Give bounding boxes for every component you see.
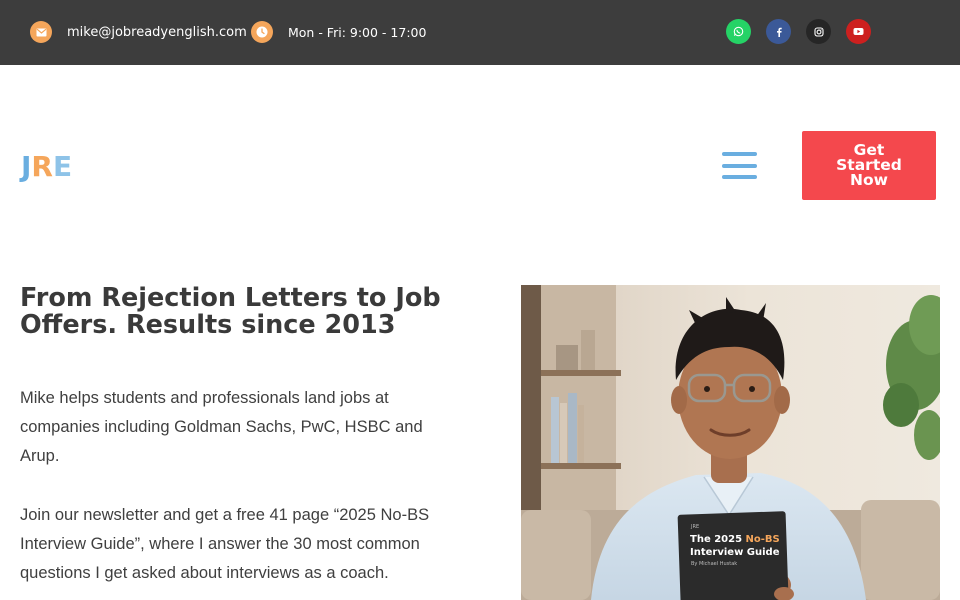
menu-bar: [722, 175, 757, 179]
clock-icon: [251, 21, 273, 43]
hours-text: Mon - Fri: 9:00 - 17:00: [288, 24, 427, 40]
svg-text:The 2025 No-BS: The 2025 No-BS: [690, 534, 780, 545]
book-title-part1: The 2025: [690, 534, 746, 545]
menu-bar: [722, 163, 757, 168]
menu-bar: [722, 152, 757, 156]
hero-paragraph-newsletter: Join our newsletter and get a free 41 pa…: [20, 506, 430, 582]
whatsapp-icon[interactable]: [726, 19, 751, 44]
hero-photo: JRE The 2025 No-BS Interview Guide By Mi…: [521, 285, 940, 600]
book-title-part2: Interview Guide: [690, 547, 780, 558]
get-started-button[interactable]: Get Started Now: [802, 131, 936, 200]
logo-letter-r: R: [31, 150, 53, 183]
hero-paragraph-intro: Mike helps students and professionals la…: [20, 389, 423, 465]
contact-hours: Mon - Fri: 9:00 - 17:00: [251, 21, 426, 43]
envelope-icon: [30, 21, 52, 43]
contact-email[interactable]: mike@jobreadyenglish.com: [30, 21, 247, 43]
top-bar: mike@jobreadyenglish.com Mon - Fri: 9:00…: [0, 0, 960, 65]
book-title-nobs: No-BS: [746, 534, 780, 545]
logo-letter-j: J: [21, 150, 32, 183]
email-text[interactable]: mike@jobreadyenglish.com: [67, 25, 247, 40]
book-author: By Michael Hustak: [691, 561, 737, 567]
hero-title: From Rejection Letters to Job Offers. Re…: [20, 283, 441, 340]
instagram-icon[interactable]: [806, 19, 831, 44]
logo-letter-e: E: [52, 150, 73, 183]
hamburger-menu-icon[interactable]: [722, 152, 757, 179]
site-logo[interactable]: J R E: [21, 150, 72, 183]
facebook-icon[interactable]: [766, 19, 791, 44]
book-small-label: JRE: [690, 524, 699, 530]
coach-portrait-illustration: JRE The 2025 No-BS Interview Guide By Mi…: [521, 285, 940, 600]
youtube-icon[interactable]: [846, 19, 871, 44]
